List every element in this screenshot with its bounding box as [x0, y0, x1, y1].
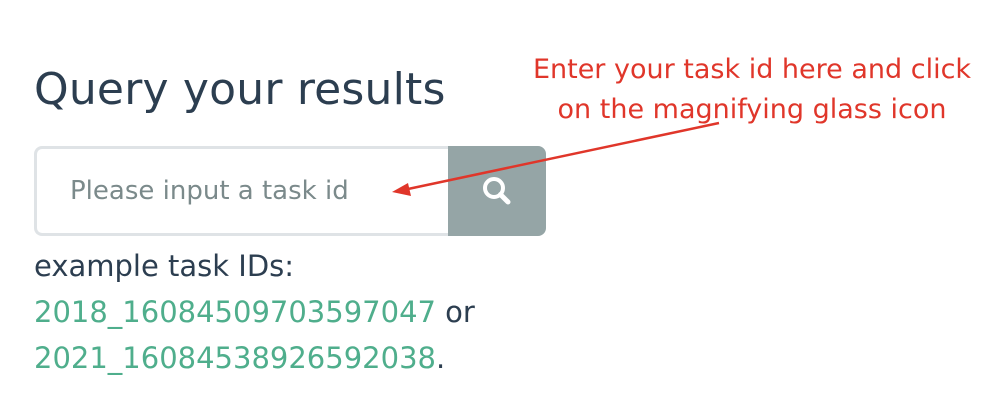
instruction-callout: Enter your task id here and click on the… [520, 50, 984, 130]
page-title: Query your results [34, 64, 446, 115]
search-button[interactable] [448, 146, 546, 236]
callout-line-2: on the magnifying glass icon [557, 94, 947, 125]
callout-line-1: Enter your task id here and click [532, 54, 972, 85]
example-task-link-2[interactable]: 2021_16084538926592038 [34, 341, 436, 375]
example-line-1: 2018_16084509703597047 or [34, 289, 475, 335]
example-connector: or [435, 295, 475, 329]
search-icon [483, 177, 511, 205]
example-task-link-1[interactable]: 2018_16084509703597047 [34, 295, 436, 329]
task-id-search [34, 146, 546, 236]
query-page: Query your results example task IDs: 201… [0, 0, 1004, 412]
example-line-2: 2021_16084538926592038. [34, 335, 475, 381]
task-id-input[interactable] [34, 146, 448, 236]
example-terminator: . [435, 341, 446, 375]
example-task-ids: example task IDs: 2018_16084509703597047… [34, 243, 475, 381]
example-label: example task IDs: [34, 249, 295, 283]
